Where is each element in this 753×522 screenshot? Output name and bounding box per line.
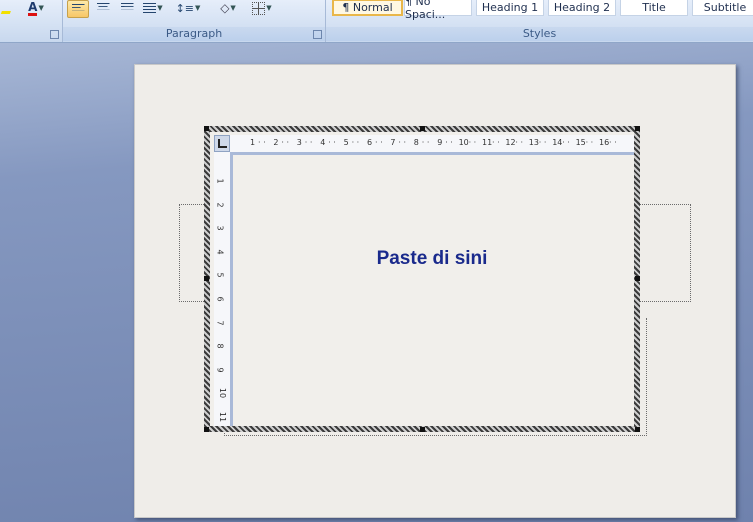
resize-handle-tr[interactable] (635, 126, 640, 131)
font-group: A ▼ (0, 0, 63, 42)
ruler-number: 11 (482, 138, 493, 147)
font-dialog-launcher[interactable] (50, 30, 59, 39)
justify-icon (143, 2, 157, 14)
textbox-text: Paste di sini (376, 248, 488, 269)
ruler-tick: · · (515, 138, 524, 147)
style-heading-1[interactable]: Heading 1 (476, 0, 544, 16)
ruler-tick: · · (609, 138, 617, 147)
ruler-tick: · · (585, 138, 594, 147)
ruler-number: 9 (437, 138, 443, 147)
justify-button[interactable]: ▼ (141, 0, 165, 16)
tab-selector[interactable] (214, 135, 230, 152)
borders-button[interactable]: ▼ (247, 0, 277, 16)
paragraph-dialog-launcher[interactable] (313, 30, 322, 39)
ruler-number: 6 (215, 296, 225, 302)
resize-handle-tl[interactable] (204, 126, 209, 131)
ribbon: A ▼ ▼ ↕≡ ▼ ◇ ▼ ▼ Paragraph ¶ Normal ¶ No… (0, 0, 753, 43)
font-color-button[interactable]: A ▼ (26, 0, 46, 16)
ruler-number: 16 (599, 138, 610, 147)
style-title[interactable]: Title (620, 0, 688, 16)
ruler-tick: · · (562, 138, 570, 147)
style-heading-2[interactable]: Heading 2 (548, 0, 616, 16)
ruler-number: 4 (320, 138, 326, 147)
paint-bucket-icon: ◇ (220, 1, 230, 15)
ruler-tick: · · (304, 138, 313, 147)
chevron-down-icon: ▼ (230, 4, 236, 12)
chevron-down-icon: ▼ (266, 4, 272, 12)
ruler-tick: · · (538, 138, 547, 147)
ruler-number: 7 (390, 138, 396, 147)
ruler-number: 14 (552, 138, 563, 147)
ruler-tick: · · (375, 138, 383, 147)
align-right-icon (120, 2, 134, 12)
ruler-number: 3 (215, 225, 225, 231)
highlight-color-button[interactable] (0, 0, 14, 16)
styles-group: ¶ Normal ¶ No Spaci... Heading 1 Heading… (326, 0, 753, 42)
style-subtitle[interactable]: Subtitle (692, 0, 753, 16)
ruler-number: 1 (250, 138, 256, 147)
ruler-number: 2 (215, 202, 225, 208)
paragraph-group: ▼ ↕≡ ▼ ◇ ▼ ▼ Paragraph (63, 0, 326, 42)
ruler-number: 9 (215, 367, 225, 373)
resize-handle-bm[interactable] (420, 427, 425, 432)
style-no-spacing[interactable]: ¶ No Spaci... (404, 0, 472, 21)
ruler-number: 12 (505, 138, 516, 147)
ruler-tick: · · (281, 138, 290, 147)
ruler-number: 15 (575, 138, 586, 147)
ruler-number: 11 (218, 411, 228, 423)
chevron-down-icon: ▼ (195, 4, 201, 12)
resize-handle-bl[interactable] (204, 427, 209, 432)
ruler-tick: · · (258, 138, 266, 147)
ruler-number: 10 (218, 388, 228, 399)
resize-handle-ml[interactable] (204, 276, 209, 281)
ruler-tick: · · (328, 138, 336, 147)
ruler-number: 5 (215, 272, 225, 278)
borders-icon (252, 1, 266, 15)
font-color-icon: A (28, 0, 38, 16)
resize-handle-tm[interactable] (420, 126, 425, 131)
align-left-button[interactable] (67, 0, 89, 18)
ruler-tick: · · (398, 138, 407, 147)
left-tab-icon (218, 139, 227, 148)
ruler-number: 10 (458, 138, 469, 147)
textbox-content[interactable]: Paste di sini (233, 155, 631, 423)
vertical-ruler[interactable]: 1 2 3 4 5 6 7 8 9 10 11 (214, 152, 233, 426)
ruler-number: 7 (215, 320, 225, 326)
ruler-number: 3 (296, 138, 302, 147)
ruler-number: 4 (215, 249, 225, 255)
ruler-number: 1 (215, 178, 225, 184)
left-tab-outline (179, 204, 206, 302)
chevron-down-icon: ▼ (157, 4, 163, 12)
ruler-tick: · · (351, 138, 360, 147)
styles-group-label: Styles (326, 27, 753, 41)
ruler-tick: · · (468, 138, 477, 147)
align-center-icon (96, 2, 110, 12)
ruler-number: 2 (273, 138, 279, 147)
ruler-tick: · · (421, 138, 430, 147)
ruler-number: 13 (528, 138, 539, 147)
paragraph-group-label: Paragraph (63, 27, 325, 41)
right-tab-outline (638, 204, 691, 302)
shading-button[interactable]: ◇ ▼ (213, 0, 243, 16)
align-left-icon (71, 3, 85, 13)
ruler-number: 8 (215, 343, 225, 349)
ruler-number: 8 (413, 138, 419, 147)
align-right-button[interactable] (117, 0, 137, 16)
highlight-icon (0, 2, 14, 14)
align-center-button[interactable] (93, 0, 113, 16)
resize-handle-br[interactable] (635, 427, 640, 432)
style-normal[interactable]: ¶ Normal (332, 0, 403, 16)
chevron-down-icon: ▼ (38, 4, 44, 12)
horizontal-ruler[interactable]: 1 · · 2 · · 3 · · 4 · · 5 · · 6 · · 7 · · 8 · · 9 · · 10 · … (230, 135, 634, 155)
ruler-tick: · · (445, 138, 453, 147)
ruler-number: 5 (343, 138, 349, 147)
resize-handle-mr[interactable] (635, 276, 640, 281)
ruler-tick: · · (492, 138, 500, 147)
line-spacing-icon: ↕≡ (175, 1, 195, 15)
ruler-number: 6 (367, 138, 373, 147)
line-spacing-button[interactable]: ↕≡ ▼ (173, 0, 203, 16)
